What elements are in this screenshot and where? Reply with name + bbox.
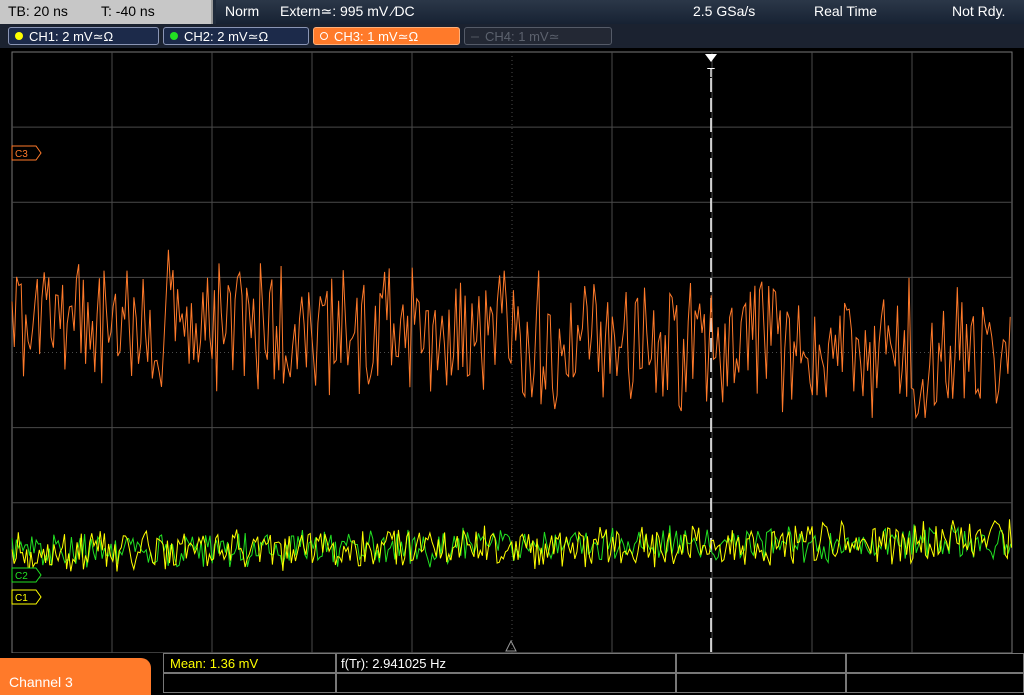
channel-1-tab[interactable]: CH1: 2 mV≃Ω: [8, 27, 159, 45]
trigger-position-icon[interactable]: T: [705, 54, 717, 80]
channel-3-offset-marker[interactable]: C3: [11, 145, 42, 161]
acquisition-status: Not Rdy.: [952, 3, 1006, 19]
channel-2-offset-marker[interactable]: C2: [11, 567, 42, 583]
measurement-cell[interactable]: [676, 653, 846, 673]
waveform-graph[interactable]: T C3 C2 C1: [0, 48, 1024, 653]
channel-1-indicator-icon: [15, 32, 23, 40]
channel-1-offset-marker[interactable]: C1: [11, 589, 42, 605]
waveform-display[interactable]: T C3 C2 C1: [0, 48, 1024, 653]
measurement-cell[interactable]: [163, 673, 336, 693]
measurement-cell[interactable]: [676, 673, 846, 693]
trigger-mode: Norm: [225, 3, 260, 19]
channel-bar: CH1: 2 mV≃Ω CH2: 2 mV≃Ω CH3: 1 mV≃Ω CH4:…: [0, 24, 1024, 48]
channel-3-label: CH3: 1 mV≃Ω: [334, 29, 419, 44]
measurement-cell[interactable]: f(Tr): 2.941025 Hz: [336, 653, 676, 673]
channel-2-marker-label: C2: [15, 571, 28, 582]
sample-rate: 2.5 GSa/s: [693, 3, 756, 19]
active-channel-button[interactable]: Channel 3: [0, 658, 151, 695]
acquisition-mode: Real Time: [814, 3, 878, 19]
trigger-source: Extern≃: 995 mV ⁄DC: [280, 3, 415, 19]
status-bar: TB: 20 ns T: -40 ns Norm Extern≃: 995 mV…: [0, 0, 1024, 24]
active-channel-label: Channel 3: [9, 674, 73, 690]
channel-2-trace: [11, 524, 1012, 568]
channel-3-marker-label: C3: [15, 149, 28, 160]
channel-1-label: CH1: 2 mV≃Ω: [29, 29, 114, 44]
trigger-info-panel[interactable]: Norm Extern≃: 995 mV ⁄DC 2.5 GSa/s Real …: [216, 0, 1024, 24]
bottom-bar: Channel 3 Mean: 1.36 mV f(Tr): 2.941025 …: [0, 653, 1024, 695]
channel-3-tab[interactable]: CH3: 1 mV≃Ω: [313, 27, 460, 45]
channel-3-trace: [11, 249, 1011, 420]
trigger-marker-label: T: [707, 65, 715, 80]
channel-4-label: CH4: 1 mV≃: [485, 29, 560, 44]
channel-2-indicator-icon: [170, 32, 178, 40]
mean-measurement: Mean: 1.36 mV: [170, 656, 259, 671]
graticule: [11, 51, 1013, 653]
frequency-measurement: f(Tr): 2.941025 Hz: [341, 656, 447, 671]
timebase-panel[interactable]: TB: 20 ns T: -40 ns: [0, 0, 213, 24]
channel-2-tab[interactable]: CH2: 2 mV≃Ω: [163, 27, 309, 45]
center-marker-icon: [505, 639, 517, 652]
measurement-cell[interactable]: [336, 673, 676, 693]
measurement-cell[interactable]: [846, 673, 1024, 693]
channel-4-tab[interactable]: CH4: 1 mV≃: [464, 27, 612, 45]
channel-2-label: CH2: 2 mV≃Ω: [184, 29, 269, 44]
timebase-value: TB: 20 ns: [8, 3, 68, 19]
channel-1-marker-label: C1: [15, 593, 28, 604]
measurement-panel: Mean: 1.36 mV f(Tr): 2.941025 Hz: [163, 653, 1024, 695]
measurement-cell[interactable]: [846, 653, 1024, 673]
trigger-time-value: T: -40 ns: [101, 3, 155, 19]
channel-3-indicator-icon: [320, 32, 328, 40]
measurement-cell[interactable]: Mean: 1.36 mV: [163, 653, 336, 673]
channel-4-indicator-icon: [471, 36, 479, 38]
